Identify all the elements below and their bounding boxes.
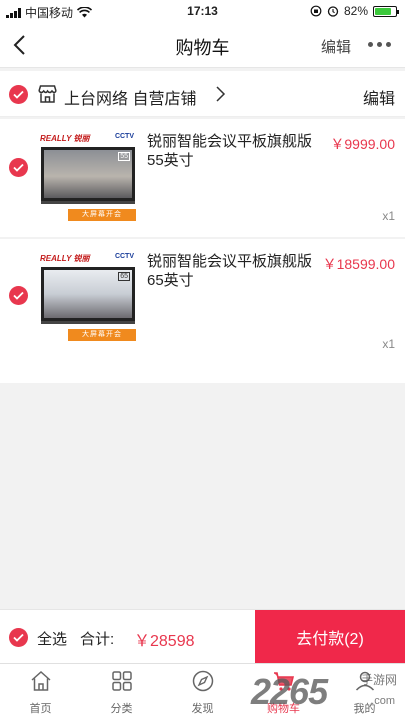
- total-label: 合计:: [80, 631, 115, 648]
- cart-item: REALLY 锐丽 CCTV 65 大屏幕开会 锐丽智能会议平板旗舰版65英寸 …: [0, 239, 405, 383]
- select-all-label[interactable]: 全选: [37, 628, 67, 649]
- screen-size-badge: 65: [118, 272, 130, 281]
- store-name[interactable]: 上台网络 自营店铺: [64, 85, 196, 109]
- tab-home[interactable]: 首页: [0, 664, 81, 720]
- more-icon[interactable]: [368, 36, 391, 47]
- tab-label: 购物车: [267, 703, 300, 715]
- promo-banner: 大屏幕开会: [68, 329, 136, 341]
- product-image[interactable]: REALLY 锐丽 CCTV 55 大屏幕开会: [38, 131, 138, 227]
- user-icon: [355, 671, 374, 691]
- select-all-checkbox[interactable]: [9, 628, 28, 647]
- tab-cart[interactable]: 购物车: [243, 664, 324, 720]
- tab-label: 我的: [353, 703, 376, 715]
- partner-logo: CCTV: [114, 253, 134, 260]
- shop-edit-button[interactable]: 编辑: [363, 85, 395, 109]
- checkout-bar: 全选 合计: ￥28598 去付款(2): [0, 609, 405, 664]
- total-value: ￥28598: [134, 633, 195, 650]
- check-icon: [13, 163, 24, 172]
- brand-logo: REALLY 锐丽: [40, 134, 90, 143]
- shop-checkbox[interactable]: [9, 85, 28, 104]
- partner-logo: CCTV: [114, 133, 134, 140]
- brand-logo: REALLY 锐丽: [40, 254, 90, 263]
- tab-discover[interactable]: 发现: [162, 664, 243, 720]
- product-name[interactable]: 锐丽智能会议平板旗舰版55英寸: [147, 132, 317, 170]
- tab-bar: 首页 分类 发现 购物车 我的: [0, 663, 405, 720]
- status-right: 82%: [310, 4, 399, 18]
- tab-label: 首页: [29, 703, 52, 715]
- alarm-icon: [327, 6, 339, 17]
- shop-header: 上台网络 自营店铺 编辑: [0, 71, 405, 117]
- promo-banner: 大屏幕开会: [68, 209, 136, 221]
- chevron-right-icon[interactable]: [213, 85, 227, 103]
- product-quantity: x1: [382, 337, 395, 351]
- category-icon: [111, 671, 132, 691]
- product-quantity: x1: [382, 209, 395, 223]
- battery-icon: [373, 5, 399, 17]
- status-bar: 中国移动 17:13 82%: [0, 0, 405, 22]
- rotation-lock-icon: [310, 5, 322, 17]
- nav-bar: 购物车 编辑: [0, 22, 405, 68]
- home-icon: [31, 670, 50, 691]
- tab-profile[interactable]: 我的: [324, 664, 405, 720]
- check-icon: [13, 633, 24, 642]
- tv-screen: 55: [41, 147, 135, 201]
- compass-icon: [192, 670, 213, 692]
- item-checkbox[interactable]: [9, 286, 28, 305]
- tv-screen: 65: [41, 267, 135, 321]
- store-icon: [38, 85, 57, 103]
- screen-size-badge: 55: [118, 152, 130, 161]
- cart-item: REALLY 锐丽 CCTV 55 大屏幕开会 锐丽智能会议平板旗舰版55英寸 …: [0, 119, 405, 237]
- product-price: ￥18599.00: [322, 256, 395, 272]
- item-checkbox[interactable]: [9, 158, 28, 177]
- nav-edit-button[interactable]: 编辑: [321, 36, 351, 57]
- product-image[interactable]: REALLY 锐丽 CCTV 65 大屏幕开会: [38, 251, 138, 347]
- product-price: ￥9999.00: [330, 136, 395, 152]
- product-name[interactable]: 锐丽智能会议平板旗舰版65英寸: [147, 252, 317, 290]
- pay-button[interactable]: 去付款(2): [255, 610, 405, 664]
- tab-label: 分类: [110, 703, 133, 715]
- check-icon: [13, 90, 24, 99]
- cart-icon: [273, 672, 294, 691]
- battery-percent: 82%: [343, 4, 368, 18]
- check-icon: [13, 291, 24, 300]
- tab-label: 发现: [191, 703, 214, 715]
- tab-category[interactable]: 分类: [81, 664, 162, 720]
